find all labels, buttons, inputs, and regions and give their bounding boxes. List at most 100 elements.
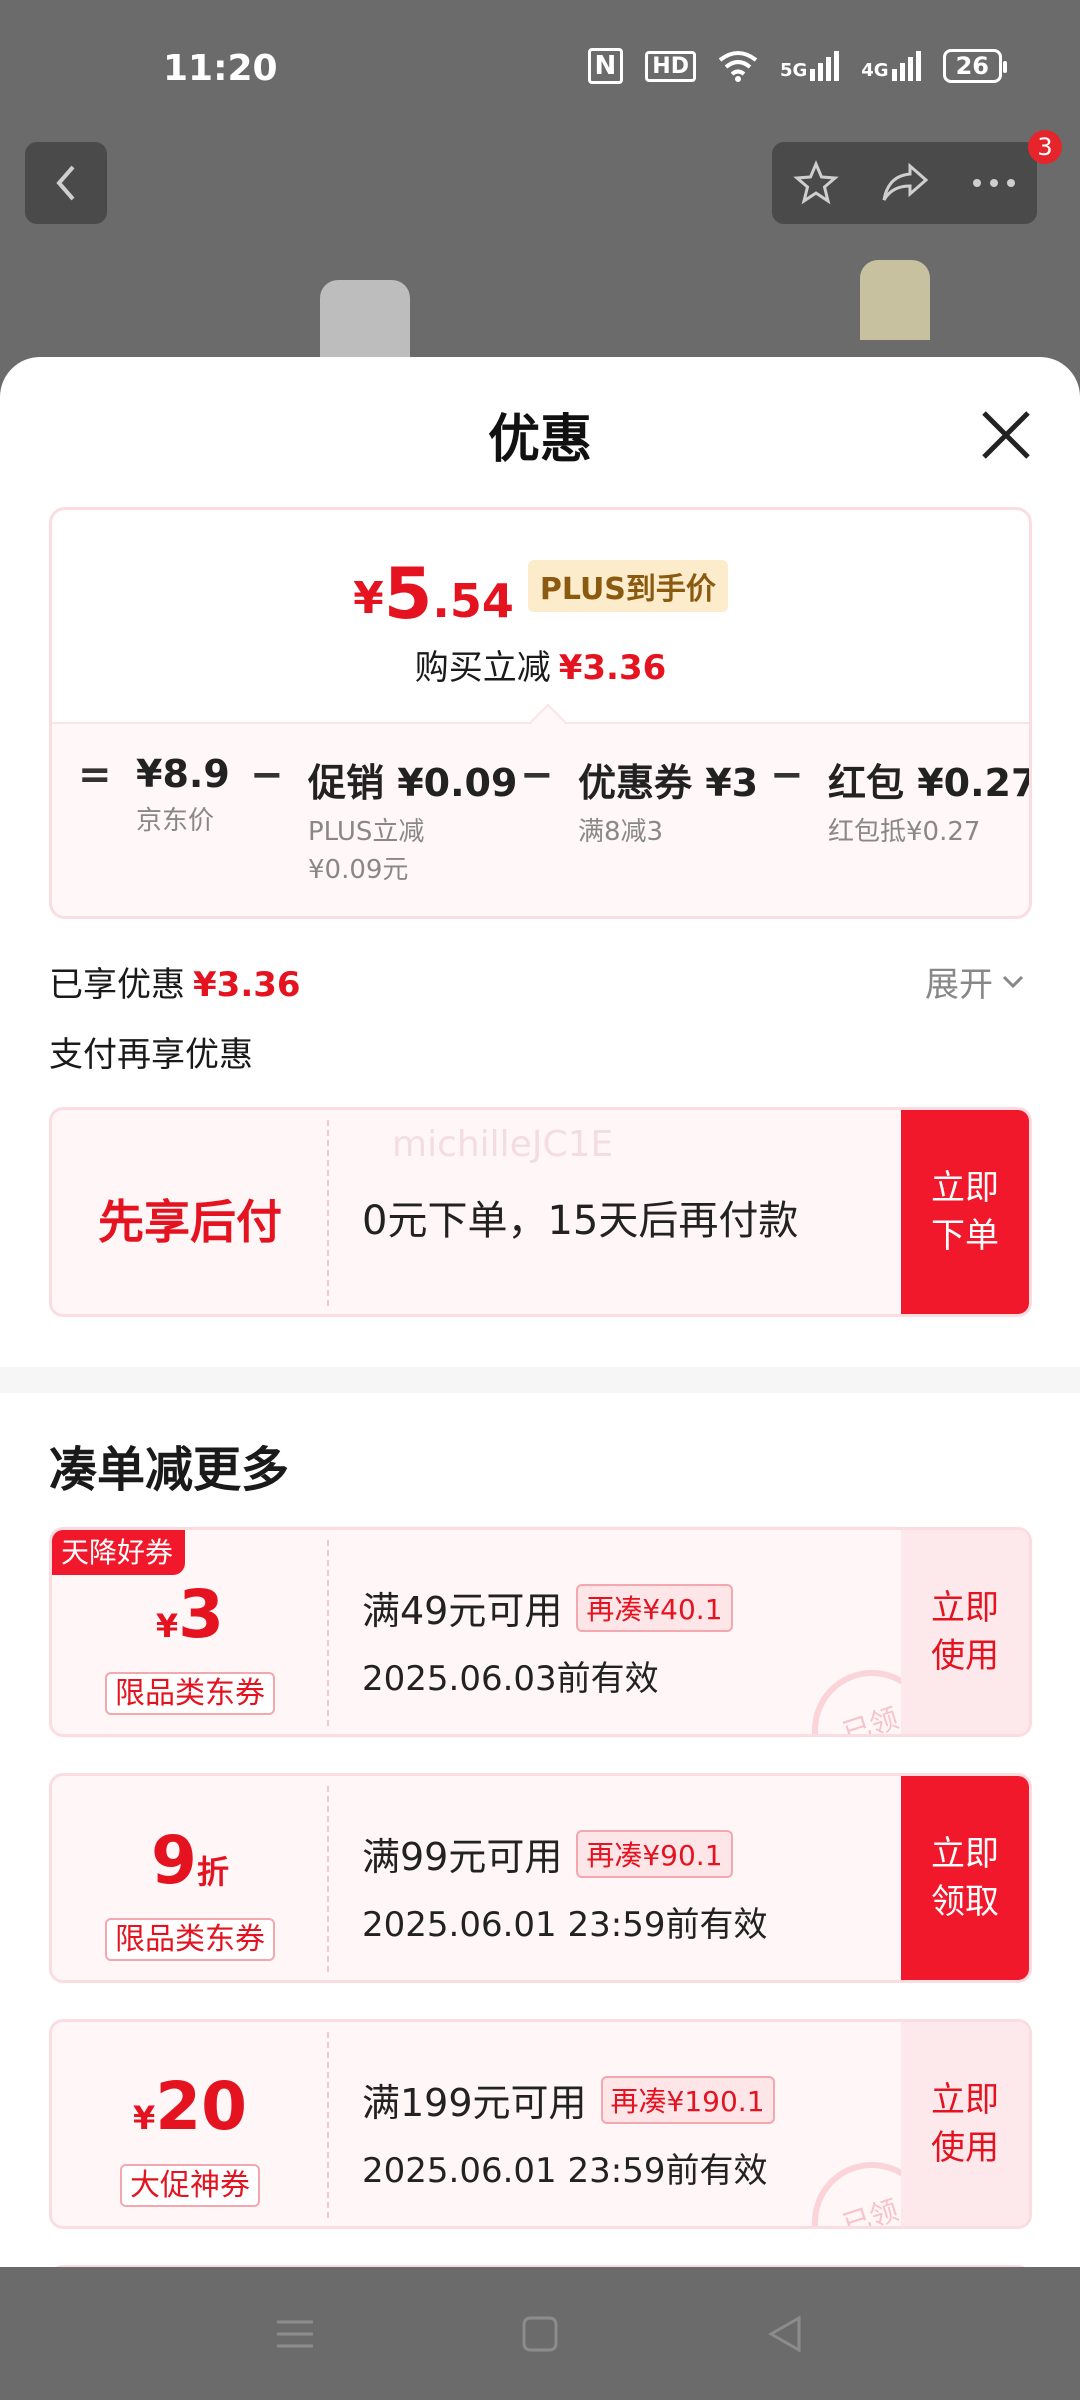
coupon-desc: 满8减3 xyxy=(578,817,664,847)
star-icon[interactable] xyxy=(792,160,839,206)
minus-sign: − xyxy=(520,752,554,798)
price-breakdown-card: ¥ 5 .54 PLUS到手价 购买立减 ¥3.36 = ¥8.9 京东价 − 促… xyxy=(49,507,1032,919)
expand-label: 展开 xyxy=(925,965,993,1005)
minus-sign: − xyxy=(770,752,804,798)
coupon-condition: 满49元可用 xyxy=(362,1589,563,1633)
minus-sign: − xyxy=(250,752,284,798)
order-now-button[interactable]: 立即 下单 xyxy=(901,1110,1029,1314)
watermark-text: michilleJC1E xyxy=(392,1124,614,1165)
coupon-category-label: 大促神券 xyxy=(120,2164,260,2207)
price-decimal: .54 xyxy=(432,574,514,628)
coupon-remaining: 再凑¥40.1 xyxy=(576,1583,733,1632)
status-time: 11:20 xyxy=(163,48,278,89)
coupon-value: 优惠券 ¥3 xyxy=(578,761,759,805)
share-icon[interactable] xyxy=(880,160,930,206)
notification-badge: 3 xyxy=(1028,130,1062,164)
promo-desc-2: ¥0.09元 xyxy=(308,855,409,885)
discount-sheet: 优惠 ¥ 5 .54 PLUS到手价 购买立减 ¥3.36 = ¥8.9 京东价 … xyxy=(0,357,1080,2267)
pay-more-label: 支付再享优惠 xyxy=(49,1035,253,1075)
price-formula: = ¥8.9 京东价 − 促销 ¥0.09 PLUS立减 ¥0.09元 − 优惠… xyxy=(52,752,1029,912)
instant-discount-amount: ¥3.36 xyxy=(558,648,667,688)
product-image-left xyxy=(320,280,410,360)
redpacket-term: 红包 ¥0.27 红包抵¥0.27 xyxy=(828,752,1032,851)
battery-icon: 26 xyxy=(942,49,1008,83)
use-now-button[interactable]: 立即 使用 xyxy=(901,2022,1029,2226)
more-section-title: 凑单减更多 xyxy=(49,1442,290,1498)
base-price-value: ¥8.9 xyxy=(136,752,230,796)
base-price-term: ¥8.9 京东价 xyxy=(136,752,230,840)
coupon-condition-row: 满49元可用 再凑¥40.1 xyxy=(362,1580,733,1635)
bnpl-card: 先享后付 michilleJC1E 0元下单，15天后再付款 立即 下单 xyxy=(49,1107,1032,1317)
coupon-currency: ¥ xyxy=(132,2099,156,2137)
redpacket-value: 红包 ¥0.27 xyxy=(828,761,1032,805)
equals-sign: = xyxy=(78,752,112,798)
coupon-category-label: 限品类东券 xyxy=(105,1672,275,1715)
claim-now-button[interactable]: 立即 领取 xyxy=(901,1776,1029,1980)
instant-discount-label: 购买立减 xyxy=(414,648,551,688)
enjoyed-discount-amount: ¥3.36 xyxy=(193,965,301,1005)
wifi-icon xyxy=(718,51,758,82)
base-price-desc: 京东价 xyxy=(136,806,215,836)
coupon-unit: 折 xyxy=(196,1853,229,1891)
chevron-down-icon xyxy=(1002,975,1024,988)
coupon-condition: 满199元可用 xyxy=(362,2081,587,2125)
home-icon[interactable] xyxy=(520,2314,560,2354)
system-nav-bar xyxy=(0,2267,1080,2400)
coupon-corner-tag: 天降好券 xyxy=(52,1530,186,1575)
header-tools xyxy=(772,142,1037,224)
sheet-title: 优惠 xyxy=(487,410,592,470)
chevron-left-icon xyxy=(56,165,75,201)
coupon-remaining: 再凑¥190.1 xyxy=(600,2075,775,2124)
coupon-validity: 2025.06.03前有效 xyxy=(362,1659,659,1699)
signal-5g-icon: 5G xyxy=(780,51,840,81)
final-price: ¥ 5 .54 PLUS到手价 xyxy=(52,556,1029,632)
coupon-details: 满99元可用 再凑¥90.1 2025.06.01 23:59前有效 xyxy=(362,1826,767,1946)
coupon-category: 大促神券 xyxy=(52,2160,328,2207)
hd-icon: HD xyxy=(645,50,696,82)
final-price-area: ¥ 5 .54 PLUS到手价 购买立减 ¥3.36 xyxy=(52,510,1029,722)
coupon-condition: 满99元可用 xyxy=(362,1835,563,1879)
nfc-icon: N xyxy=(587,48,624,84)
coupon-amount-value: 3 xyxy=(178,1576,225,1653)
expand-button[interactable]: 展开 xyxy=(925,957,1025,1006)
coupon-condition-row: 满99元可用 再凑¥90.1 xyxy=(362,1826,767,1881)
card-divider xyxy=(327,1786,329,1972)
coupon-validity: 2025.06.01 23:59前有效 xyxy=(362,2151,768,2191)
menu-icon[interactable] xyxy=(275,2314,315,2354)
bnpl-title: 先享后付 xyxy=(98,1195,282,1249)
back-nav-icon[interactable] xyxy=(765,2314,805,2354)
coupon-details: 满49元可用 再凑¥40.1 2025.06.03前有效 xyxy=(362,1580,733,1700)
coupon-details: 满199元可用 再凑¥190.1 2025.06.01 23:59前有效 xyxy=(362,2072,775,2192)
coupon-validity: 2025.06.01 23:59前有效 xyxy=(362,1905,768,1945)
status-icons: N HD 5G 4G 26 xyxy=(587,48,1008,84)
coupon-category-label: 限品类东券 xyxy=(105,1918,275,1961)
coupon-remaining: 再凑¥90.1 xyxy=(576,1829,733,1878)
more-icon[interactable] xyxy=(971,177,1017,189)
coupon-amount: ¥20 xyxy=(52,2068,328,2145)
coupon-amount-value: 20 xyxy=(155,2068,248,2145)
instant-discount: 购买立减 ¥3.36 xyxy=(52,640,1029,689)
coupon-category: 限品类东券 xyxy=(52,1668,328,1715)
promo-term: 促销 ¥0.09 PLUS立减 ¥0.09元 xyxy=(308,752,517,889)
coupon-amount: ¥3 xyxy=(52,1576,328,1653)
coupon-card: 天降好券 ¥3 限品类东券 满49元可用 再凑¥40.1 2025.06.03前… xyxy=(49,1527,1032,1737)
close-icon[interactable] xyxy=(978,407,1034,463)
coupon-currency: ¥ xyxy=(155,1607,179,1645)
coupon-card: 9折 限品类东券 满99元可用 再凑¥90.1 2025.06.01 23:59… xyxy=(49,1773,1032,1983)
card-divider xyxy=(327,2032,329,2218)
product-page-background: 3 xyxy=(0,130,1080,380)
use-now-button[interactable]: 立即 使用 xyxy=(901,1530,1029,1734)
card-divider xyxy=(327,1120,329,1306)
promo-desc-1: PLUS立减 xyxy=(308,817,425,847)
status-bar: 11:20 N HD 5G 4G 26 xyxy=(0,0,1080,130)
coupon-amount: 9折 xyxy=(52,1822,328,1899)
product-image-right xyxy=(860,260,930,340)
coupon-amount-value: 9 xyxy=(151,1822,197,1899)
section-separator xyxy=(0,1367,1080,1393)
back-button[interactable] xyxy=(25,142,107,224)
enjoyed-discount-label: 已享优惠 xyxy=(49,965,185,1005)
bnpl-desc: 0元下单，15天后再付款 xyxy=(362,1198,799,1244)
card-divider xyxy=(327,1540,329,1726)
price-formula-area: = ¥8.9 京东价 − 促销 ¥0.09 PLUS立减 ¥0.09元 − 优惠… xyxy=(52,722,1029,916)
plus-price-tag: PLUS到手价 xyxy=(527,560,728,612)
